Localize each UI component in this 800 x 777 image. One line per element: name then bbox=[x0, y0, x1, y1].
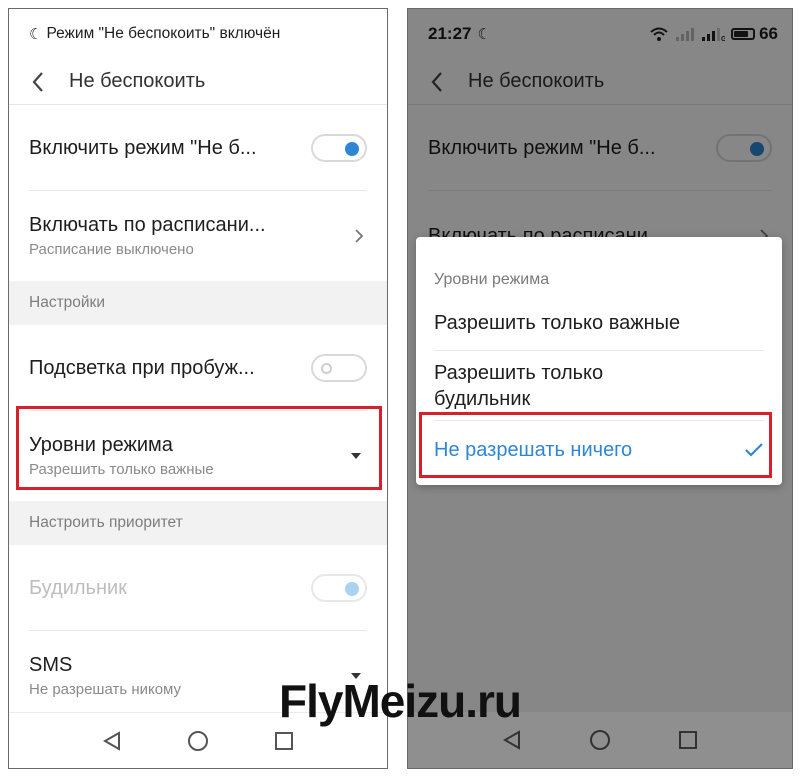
wake-light-label: Подсветка при пробуж... bbox=[29, 356, 255, 379]
alarm-label: Будильник bbox=[29, 576, 127, 599]
phone-screen-right: 21:27 ☾ G 66 Не беспокоит bbox=[407, 8, 793, 769]
option-label: Разрешить только будильник bbox=[434, 362, 604, 410]
mode-levels-subtitle: Разрешить только важные bbox=[29, 461, 214, 478]
option-alarm-only[interactable]: Разрешить только будильник bbox=[416, 351, 782, 421]
nav-home-icon[interactable] bbox=[589, 729, 611, 751]
mode-levels-dialog: Уровни режима Разрешить только важные Ра… bbox=[416, 237, 782, 485]
toolbar: Не беспокоить bbox=[9, 59, 387, 105]
schedule-label: Включать по расписани... bbox=[29, 214, 266, 236]
schedule-subtitle: Расписание выключено bbox=[29, 241, 194, 258]
chevron-right-icon bbox=[355, 229, 364, 243]
status-bar: ☾ Режим "Не беспокоить" включён bbox=[9, 9, 387, 59]
nav-back-icon[interactable] bbox=[101, 730, 123, 752]
mode-levels-row[interactable]: Уровни режима Разрешить только важные bbox=[9, 411, 387, 501]
schedule-row[interactable]: Включать по расписани... Расписание выкл… bbox=[9, 191, 387, 281]
option-allow-nothing[interactable]: Не разрешать ничего bbox=[416, 421, 782, 479]
sms-label: SMS bbox=[29, 654, 73, 676]
nav-back-icon[interactable] bbox=[501, 729, 523, 751]
wake-light-row[interactable]: Подсветка при пробуж... bbox=[9, 325, 387, 411]
nav-recents-icon[interactable] bbox=[273, 730, 295, 752]
enable-dnd-label: Включить режим "Не б... bbox=[29, 136, 257, 159]
alarm-toggle bbox=[311, 574, 367, 602]
nav-recents-icon[interactable] bbox=[677, 729, 699, 751]
sms-subtitle: Не разрешать никому bbox=[29, 681, 182, 698]
enable-dnd-row[interactable]: Включить режим "Не б... bbox=[9, 105, 387, 191]
alarm-row: Будильник bbox=[9, 545, 387, 631]
watermark: FlyMeizu.ru bbox=[279, 675, 522, 727]
phone-screen-left: ☾ Режим "Не беспокоить" включён Не беспо… bbox=[8, 8, 388, 769]
enable-dnd-toggle[interactable] bbox=[311, 134, 367, 162]
option-label: Разрешить только важные bbox=[434, 311, 681, 334]
wake-light-toggle[interactable] bbox=[311, 354, 367, 382]
dropdown-arrow-icon bbox=[351, 453, 361, 459]
priority-section-header: Настроить приоритет bbox=[9, 501, 387, 545]
page-title: Не беспокоить bbox=[69, 70, 206, 92]
checkmark-icon bbox=[745, 443, 763, 457]
moon-icon: ☾ bbox=[29, 26, 43, 43]
dialog-title: Уровни режима bbox=[434, 271, 550, 288]
option-label: Не разрешать ничего bbox=[434, 438, 633, 461]
back-arrow-icon[interactable] bbox=[27, 71, 49, 93]
nav-home-icon[interactable] bbox=[187, 730, 209, 752]
status-text: Режим "Не беспокоить" включён bbox=[46, 25, 281, 42]
settings-section-header: Настройки bbox=[9, 281, 387, 325]
mode-levels-label: Уровни режима bbox=[29, 434, 173, 456]
option-important-only[interactable]: Разрешить только важные bbox=[416, 295, 782, 351]
